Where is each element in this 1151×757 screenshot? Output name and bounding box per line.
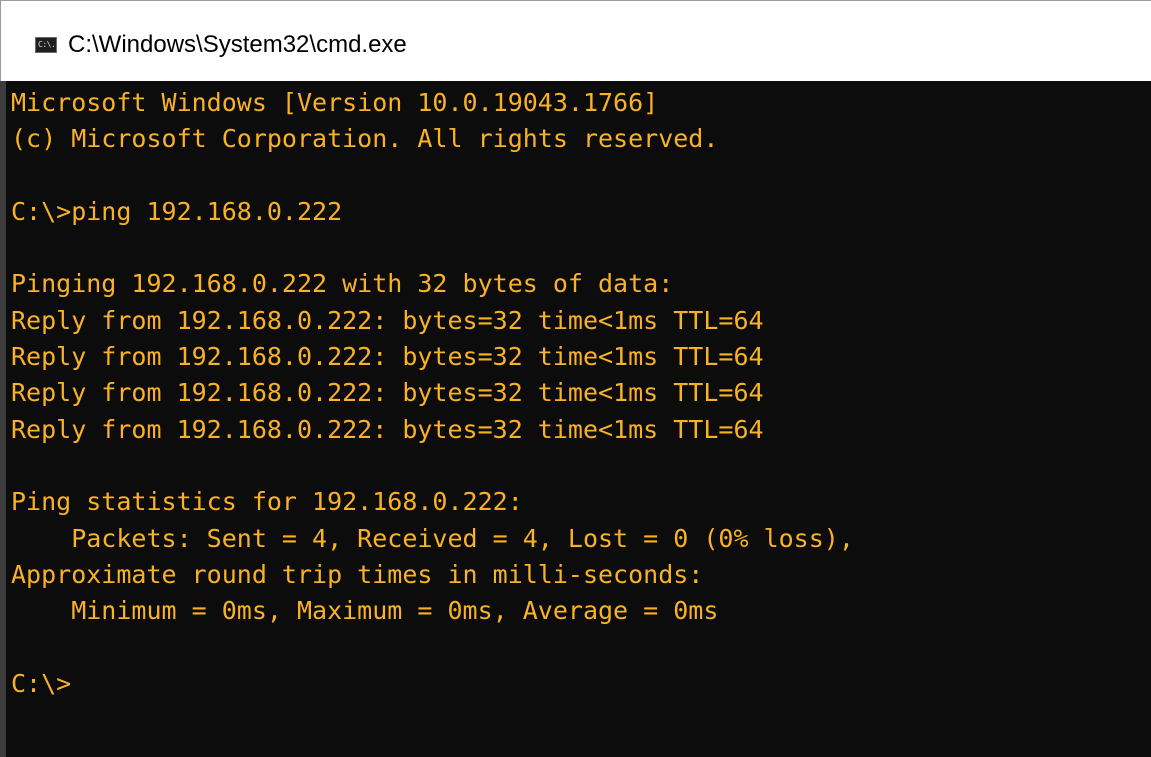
console-line: Reply from 192.168.0.222: bytes=32 time<…: [11, 378, 764, 408]
console-line: Microsoft Windows [Version 10.0.19043.17…: [11, 88, 659, 117]
console-output[interactable]: Microsoft Windows [Version 10.0.19043.17…: [0, 81, 1151, 757]
console-line: Pinging 192.168.0.222 with 32 bytes of d…: [11, 269, 674, 299]
console-line: C:\>ping 192.168.0.222: [11, 196, 343, 226]
cmd-window: C:\. C:\Windows\System32\cmd.exe Microso…: [0, 0, 1151, 757]
cmd-icon-glyph: C:\.: [38, 40, 56, 49]
console-line: (c) Microsoft Corporation. All rights re…: [11, 124, 719, 154]
title-bar[interactable]: C:\. C:\Windows\System32\cmd.exe: [0, 0, 1151, 81]
console-line: Approximate round trip times in milli-se…: [11, 559, 704, 589]
console-line: Reply from 192.168.0.222: bytes=32 time<…: [11, 414, 764, 444]
console-line: Reply from 192.168.0.222: bytes=32 time<…: [11, 305, 764, 335]
console-line: Packets: Sent = 4, Received = 4, Lost = …: [11, 523, 854, 553]
cmd-console-icon[interactable]: C:\.: [35, 37, 57, 53]
console-line: Minimum = 0ms, Maximum = 0ms, Average = …: [11, 596, 719, 626]
window-title: C:\Windows\System32\cmd.exe: [68, 31, 407, 58]
console-line: Ping statistics for 192.168.0.222:: [11, 487, 523, 517]
command-prompt[interactable]: C:\>: [11, 666, 1151, 702]
console-line: Reply from 192.168.0.222: bytes=32 time<…: [11, 342, 764, 372]
